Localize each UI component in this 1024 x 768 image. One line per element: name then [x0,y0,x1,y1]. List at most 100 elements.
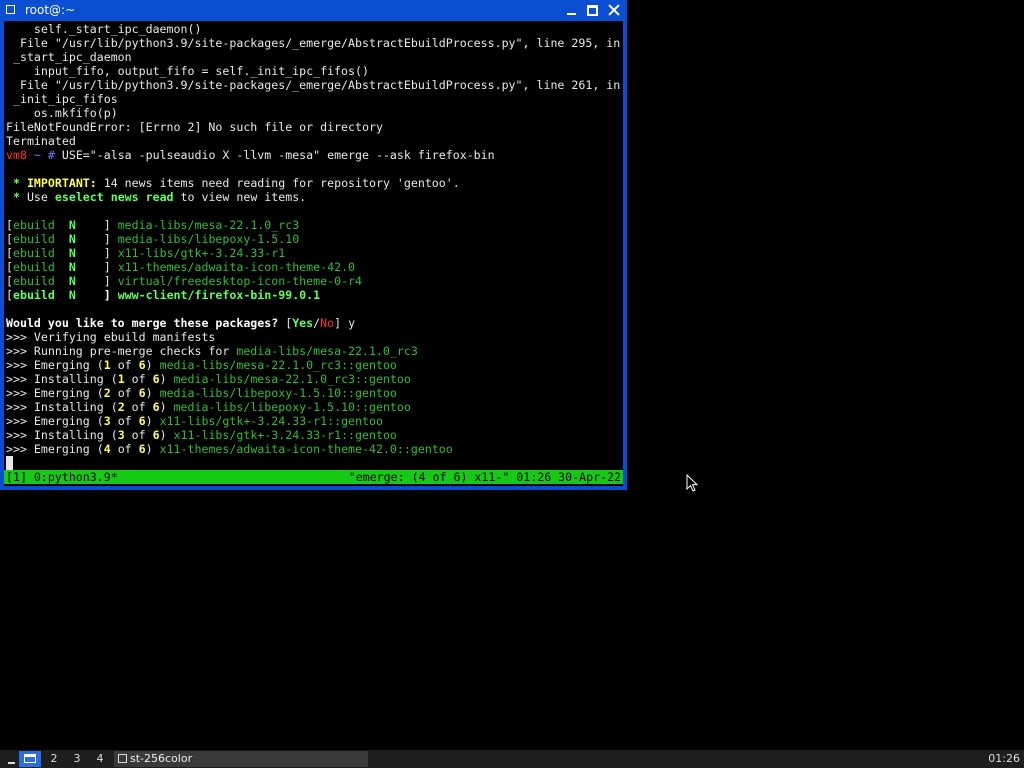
terminal-text: ebuild [12,260,69,274]
terminal-text: >>> Emerging ( [6,414,104,428]
terminal-line: >>> Installing (2 of 6) media-libs/libep… [6,400,620,414]
taskbar: 2 3 4 st-256color 01:26 [0,750,1024,768]
terminal-line: _init_ipc_fifos [6,92,620,106]
terminal-line: >>> Installing (3 of 6) x11-libs/gtk+-3.… [6,428,620,442]
terminal-text: ) [159,372,174,386]
terminal-text: virtual/freedesktop-icon-theme-0-r4 [117,274,363,288]
workspace-3-button[interactable]: 3 [66,751,88,767]
terminal-text: * [6,190,27,204]
terminal-text: of [110,442,139,456]
terminal-line: [ebuild N ] media-libs/mesa-22.1.0_rc3 [6,218,620,232]
terminal-line: >>> Running pre-merge checks for media-l… [6,344,620,358]
terminal-text: of [124,428,153,442]
terminal-text: USE="-alsa -pulseaudio X -llvm -mesa" em… [61,148,495,162]
terminal-text: ] y [334,316,356,330]
terminal-text: 6 [152,400,160,414]
terminal-text: eselect news read [54,190,174,204]
terminal-text: 14 news items need reading for repositor… [96,176,460,190]
terminal-text: 6 [138,414,146,428]
terminal-text: 4 [103,442,111,456]
terminal-line: >>> Emerging (2 of 6) media-libs/libepox… [6,386,620,400]
terminal-text: input_fifo, output_fifo = self._init_ipc… [6,64,369,78]
terminal-text: 2 [117,400,125,414]
terminal-line: [ebuild N ] x11-libs/gtk+-3.24.33-r1 [6,246,620,260]
terminal-line: * Use eselect news read to view new item… [6,190,620,204]
terminal-text: media-libs/libepoxy-1.5.10::gentoo [159,386,397,400]
terminal-line: Would you like to merge these packages? … [6,316,620,330]
terminal-text: >>> Emerging ( [6,442,104,456]
workspace-1-button[interactable] [19,751,41,767]
close-button[interactable] [608,4,620,16]
terminal-text: >>> Emerging ( [6,386,104,400]
terminal-line: [ebuild N ] media-libs/libepoxy-1.5.10 [6,232,620,246]
terminal-text: 6 [138,442,146,456]
terminal-text: N [68,218,76,232]
taskbar-task-st[interactable]: st-256color [114,751,368,767]
workspace-2-button[interactable]: 2 [43,751,65,767]
terminal-text: ebuild [12,288,69,302]
tmux-status-bar: [1] 0:python3.9* "emerge: (4 of 6) x11-"… [4,470,623,484]
terminal-window[interactable]: root@:~ self._start_ipc_daemon() File "/… [0,0,627,490]
terminal-text: Terminated [6,134,76,148]
terminal-line: >>> Emerging (4 of 6) x11-themes/adwaita… [6,442,620,456]
terminal-text: * [6,176,27,190]
terminal-line: >>> Emerging (1 of 6) media-libs/mesa-22… [6,358,620,372]
window-titlebar[interactable]: root@:~ [0,0,627,21]
terminal-text: N [68,288,76,302]
desktop-icon [24,754,36,763]
terminal-line: _start_ipc_daemon [6,50,620,64]
terminal-text: 6 [138,358,146,372]
terminal-text: to view new items. [173,190,307,204]
terminal-text: ] [75,232,118,246]
terminal-text: Yes [292,316,314,330]
terminal-text: ] [75,274,118,288]
terminal-text: 3 [103,414,111,428]
terminal-text: 3 [117,428,125,442]
terminal-text: >>> Installing ( [6,400,118,414]
status-info: "emerge: (4 of 6) x11-" 01:26 30-Apr-22 [348,470,621,484]
terminal-text: [ [6,274,13,288]
workspace-4-button[interactable]: 4 [89,751,111,767]
terminal-text: x11-libs/gtk+-3.24.33-r1::gentoo [159,414,383,428]
terminal-content[interactable]: self._start_ipc_daemon() File "/usr/lib/… [4,21,623,486]
clock: 01:26 [988,752,1020,765]
window-icon [6,5,15,14]
task-label: st-256color [130,752,193,765]
terminal-text: of [124,400,153,414]
terminal-text: vm8 [6,148,27,162]
status-window-list: [1] 0:python3.9* [6,470,118,484]
terminal-text: Use [26,190,55,204]
minimize-button[interactable] [566,4,578,16]
terminal-text: ebuild [12,232,69,246]
terminal-text: No [320,316,335,330]
terminal-line: >>> Verifying ebuild manifests [6,330,620,344]
terminal-text: >>> Installing ( [6,372,118,386]
mouse-pointer-icon [686,474,698,492]
terminal-text: _init_ipc_fifos [6,92,118,106]
maximize-button[interactable] [587,5,598,16]
terminal-text: 1 [103,358,111,372]
terminal-text: of [110,414,139,428]
terminal-text: of [110,386,139,400]
terminal-line: os.mkfifo(p) [6,106,620,120]
menu-icon[interactable] [6,752,18,766]
terminal-line: >>> Emerging (3 of 6) x11-libs/gtk+-3.24… [6,414,620,428]
window-title: root@:~ [25,3,76,17]
terminal-line: input_fifo, output_fifo = self._init_ipc… [6,64,620,78]
terminal-text: ] [75,246,118,260]
terminal-text: of [124,372,153,386]
terminal-text: x11-themes/adwaita-icon-theme-42.0::gent… [159,442,453,456]
terminal-text: [ [6,288,13,302]
window-icon [118,754,127,763]
terminal-text: >>> Running pre-merge checks for [6,344,237,358]
terminal-text: media-libs/mesa-22.1.0_rc3 [117,218,300,232]
terminal-text: of [110,358,139,372]
terminal-text: IMPORTANT: [26,176,97,190]
terminal-text: N [68,260,76,274]
terminal-text: [ [278,316,293,330]
terminal-text: x11-libs/gtk+-3.24.33-r1::gentoo [173,428,397,442]
terminal-line: * IMPORTANT: 14 news items need reading … [6,176,620,190]
terminal-text: N [68,274,76,288]
